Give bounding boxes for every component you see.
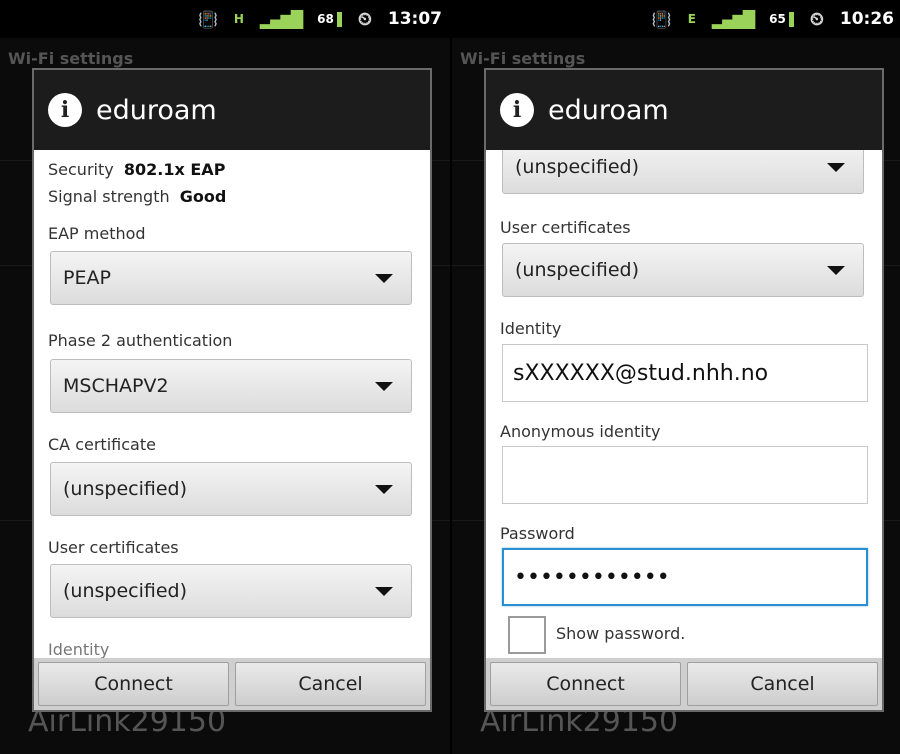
dialog-button-bar: Connect Cancel (34, 658, 430, 710)
connect-button[interactable]: Connect (38, 662, 229, 706)
dropdown-arrow-icon (375, 274, 393, 283)
dialog-button-bar: Connect Cancel (486, 658, 882, 710)
identity-label: Identity (500, 319, 562, 338)
battery-icon (336, 11, 342, 27)
dialog-title-bar: i eduroam (486, 70, 882, 150)
user-certificates-value: (unspecified) (515, 259, 640, 281)
phase2-label: Phase 2 authentication (48, 331, 233, 350)
ca-certificate-value: (unspecified) (63, 478, 188, 500)
wifi-dialog: i eduroam Security 802.1x EAP Signal str… (32, 68, 432, 712)
signal-bars-icon: ▂▄▆█ (711, 9, 755, 29)
show-password-label[interactable]: Show password. (556, 624, 685, 643)
battery-indicator: 65 (769, 11, 794, 27)
password-input[interactable]: •••••••••••• (502, 548, 868, 606)
identity-label: Identity (48, 640, 110, 659)
cancel-button[interactable]: Cancel (235, 662, 426, 706)
security-label: Security (48, 160, 114, 179)
background-title: Wi-Fi settings (460, 49, 586, 68)
wifi-dialog: i eduroam (unspecified) User certificate… (484, 68, 884, 712)
battery-level: 68 (317, 12, 334, 26)
phase2-value: MSCHAPV2 (63, 375, 169, 397)
password-label: Password (500, 524, 575, 543)
eap-method-label: EAP method (48, 224, 146, 243)
anonymous-identity-label: Anonymous identity (500, 422, 661, 441)
identity-input[interactable]: sXXXXXX@stud.nhh.no (502, 344, 868, 402)
network-type-icon: H (233, 12, 244, 26)
user-certificates-select[interactable]: (unspecified) (50, 564, 412, 618)
signal-label: Signal strength (48, 187, 170, 206)
signal-row: Signal strength Good (48, 187, 226, 206)
certificate-select-value: (unspecified) (515, 156, 640, 178)
vibrate-icon: 📳 (197, 9, 218, 29)
dropdown-arrow-icon (827, 266, 845, 275)
ca-certificate-select[interactable]: (unspecified) (50, 462, 412, 516)
dropdown-arrow-icon (375, 382, 393, 391)
connect-button[interactable]: Connect (490, 662, 681, 706)
status-bar: 📳 H ▂▄▆█ 68 ⏲ 13:07 (0, 0, 450, 38)
dialog-title-bar: i eduroam (34, 70, 430, 150)
signal-bars-icon: ▂▄▆█ (259, 9, 303, 29)
vibrate-icon: 📳 (651, 9, 672, 29)
security-row: Security 802.1x EAP (48, 160, 225, 179)
clock: 10:26 (839, 9, 894, 29)
alarm-icon: ⏲ (357, 8, 372, 30)
alarm-icon: ⏲ (809, 8, 824, 30)
info-icon: i (48, 93, 82, 127)
battery-level: 65 (769, 12, 786, 26)
ca-certificate-label: CA certificate (48, 435, 156, 454)
dropdown-arrow-icon (375, 587, 393, 596)
security-value: 802.1x EAP (123, 160, 226, 179)
show-password-checkbox[interactable] (508, 616, 546, 654)
dialog-body[interactable]: Security 802.1x EAP Signal strength Good… (34, 150, 430, 662)
battery-icon (788, 11, 794, 27)
user-certificates-select[interactable]: (unspecified) (502, 243, 864, 297)
dropdown-arrow-icon (827, 163, 845, 172)
certificate-select-partial[interactable]: (unspecified) (502, 150, 864, 194)
phone-screen-right: 📳 E ▂▄▆█ 65 ⏲ 10:26 Wi-Fi settings AirLi… (452, 0, 900, 754)
clock: 13:07 (387, 9, 442, 29)
dialog-body[interactable]: (unspecified) User certificates (unspeci… (486, 150, 882, 662)
user-certificates-label: User certificates (48, 538, 179, 557)
background-title: Wi-Fi settings (8, 49, 134, 68)
signal-value: Good (179, 187, 227, 206)
network-type-icon: E (687, 12, 696, 26)
eap-method-value: PEAP (63, 267, 111, 289)
dialog-title: eduroam (548, 94, 669, 126)
dropdown-arrow-icon (375, 485, 393, 494)
cancel-button[interactable]: Cancel (687, 662, 878, 706)
dialog-title: eduroam (96, 94, 217, 126)
phase2-select[interactable]: MSCHAPV2 (50, 359, 412, 413)
anonymous-identity-input[interactable] (502, 446, 868, 504)
phone-screen-left: 📳 H ▂▄▆█ 68 ⏲ 13:07 Wi-Fi settings AirLi… (0, 0, 450, 754)
user-certificates-label: User certificates (500, 218, 631, 237)
battery-indicator: 68 (317, 11, 342, 27)
status-bar: 📳 E ▂▄▆█ 65 ⏲ 10:26 (452, 0, 900, 38)
user-certificates-value: (unspecified) (63, 580, 188, 602)
eap-method-select[interactable]: PEAP (50, 251, 412, 305)
info-icon: i (500, 93, 534, 127)
